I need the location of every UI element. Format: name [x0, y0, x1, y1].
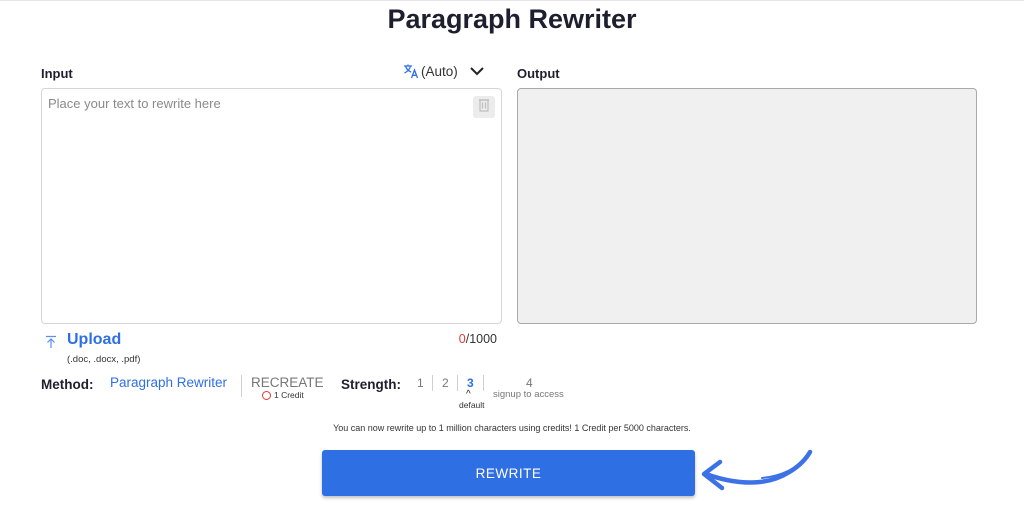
strength-option-2[interactable]: 2 [442, 376, 449, 390]
caret-up-icon: ^ [466, 389, 471, 400]
trash-icon [478, 98, 490, 117]
input-label: Input [41, 66, 73, 81]
strength-option-1[interactable]: 1 [417, 376, 424, 390]
strength-divider [457, 375, 458, 391]
method-option-paragraph-rewriter[interactable]: Paragraph Rewriter [110, 375, 227, 390]
output-label: Output [517, 66, 560, 81]
strength-label: Strength: [341, 377, 401, 392]
credit-label: 1 Credit [274, 390, 304, 400]
strength-option-3[interactable]: 3 [467, 376, 474, 390]
method-label: Method: [41, 377, 94, 392]
upload-button[interactable]: Upload [67, 331, 121, 349]
method-divider [241, 375, 242, 397]
counter-current: 0 [458, 332, 466, 346]
credits-notice: You can now rewrite up to 1 million char… [333, 423, 691, 433]
input-box [41, 88, 502, 324]
pointing-arrow-icon [698, 448, 818, 503]
top-divider [0, 0, 1024, 1]
strength-default-label: default [459, 400, 485, 410]
language-value: (Auto) [421, 63, 458, 79]
upload-icon[interactable] [44, 335, 58, 354]
strength-option-4[interactable]: 4 [526, 376, 533, 390]
translate-icon [403, 63, 419, 79]
rewrite-button[interactable]: REWRITE [322, 450, 695, 496]
input-textarea[interactable] [42, 89, 501, 323]
strength-divider [483, 375, 484, 391]
language-selector[interactable]: (Auto) [403, 63, 484, 79]
method-option-recreate[interactable]: RECREATE [251, 375, 324, 390]
strength-divider [432, 375, 433, 391]
rewrite-button-label: REWRITE [475, 465, 542, 481]
page-title: Paragraph Rewriter [387, 4, 637, 34]
credit-badge: 1 Credit [262, 390, 304, 400]
clear-button[interactable] [473, 96, 495, 118]
credit-icon [262, 390, 271, 400]
character-counter: 0/1000 [459, 332, 497, 346]
upload-file-types: (.doc, .docx, .pdf) [67, 354, 141, 365]
output-box [517, 88, 977, 324]
counter-max: /1000 [465, 332, 497, 346]
strength-locked-note[interactable]: signup to access [493, 389, 564, 400]
chevron-down-icon[interactable] [470, 66, 484, 76]
